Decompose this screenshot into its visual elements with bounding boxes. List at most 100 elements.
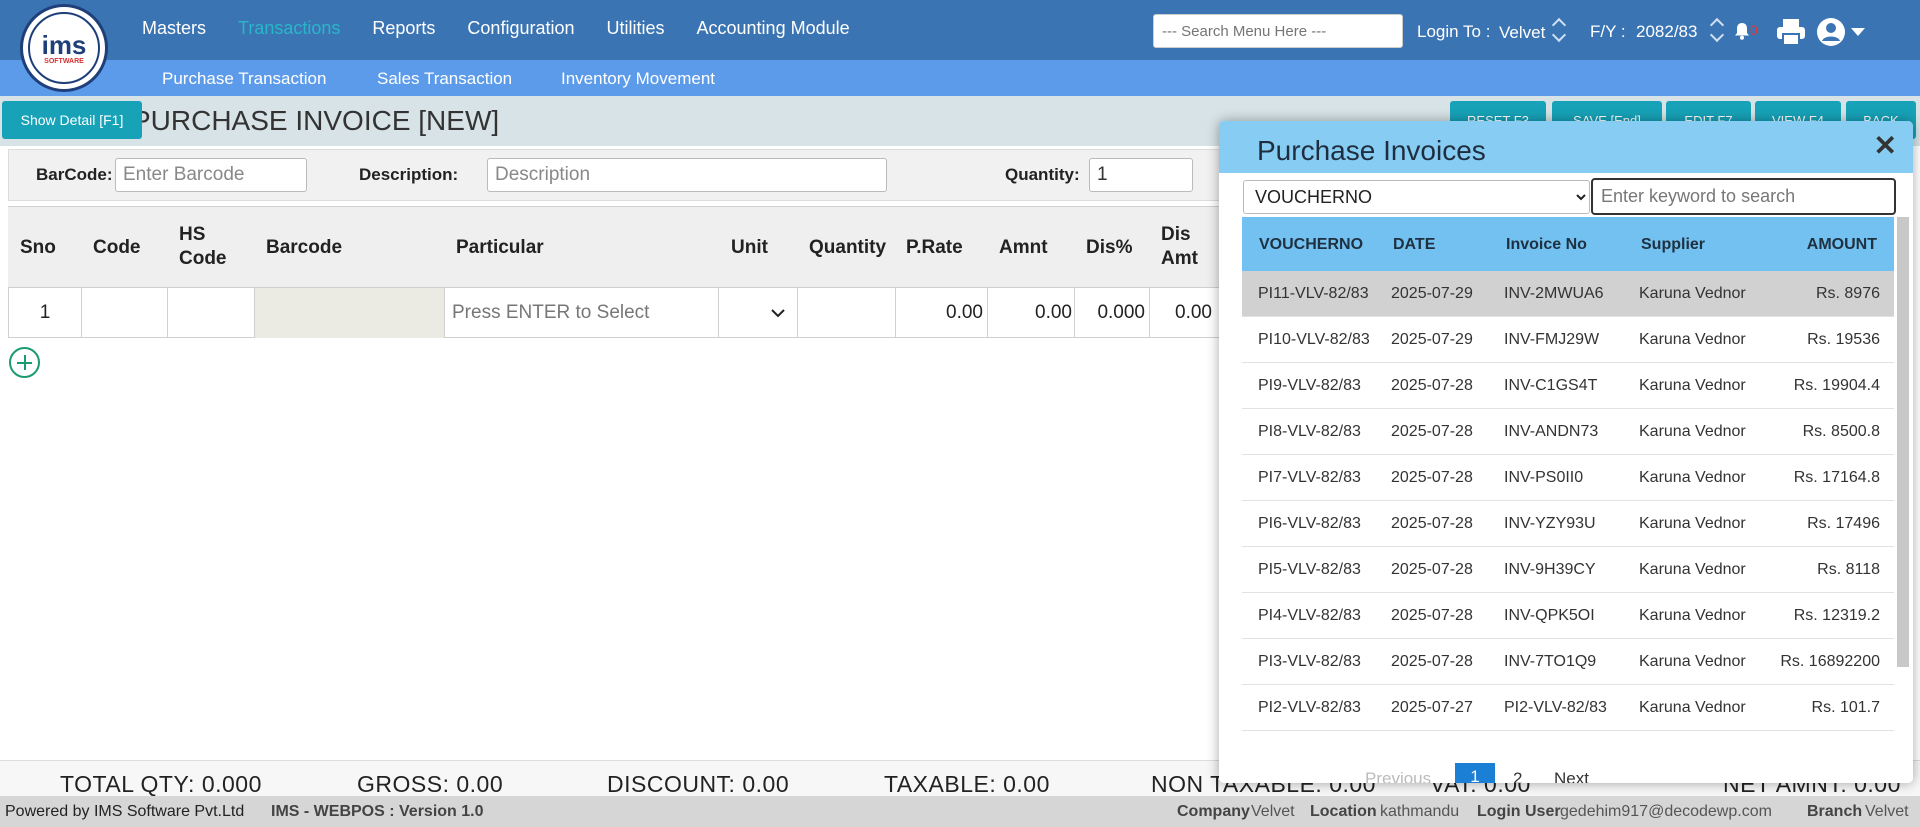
col-barcode: Barcode [266, 237, 343, 258]
pager-page-2[interactable]: 2 [1513, 769, 1522, 783]
cell-amount: Rs. 8976 [1815, 285, 1880, 302]
row-quantity-cell[interactable] [798, 288, 896, 338]
user-avatar-icon[interactable] [1816, 17, 1846, 47]
login-to-value[interactable]: Velvet [1499, 23, 1545, 43]
item-entry-row: BarCode: Description: Quantity: [8, 149, 1248, 201]
table-row[interactable]: PI11-VLV-82/83 2025-07-29 INV-2MWUA6 Karuna… [1242, 271, 1894, 317]
col-invoice-no[interactable]: Invoice No [1506, 236, 1587, 254]
cell-invoice: INV-9H39CY [1504, 561, 1596, 578]
table-row[interactable]: PI3-VLV-82/83 2025-07-28 INV-7TO1Q9 Karuna … [1242, 639, 1894, 685]
items-grid-header: Sno Code HS Code Barcode Particular Unit… [8, 206, 1248, 288]
unit-select[interactable] [719, 288, 798, 338]
login-stepper-icon[interactable] [1552, 16, 1566, 44]
nav-reports[interactable]: Reports [372, 18, 435, 39]
barcode-input[interactable] [115, 158, 307, 192]
menu-search-input[interactable] [1153, 14, 1403, 48]
row-prate[interactable]: 0.00 [896, 288, 988, 338]
modal-header: Purchase Invoices ✕ [1219, 121, 1913, 173]
table-row[interactable]: PI7-VLV-82/83 2025-07-28 INV-PS0II0 Karuna … [1242, 455, 1894, 501]
modal-scrollbar[interactable] [1897, 217, 1909, 667]
table-row[interactable]: PI4-VLV-82/83 2025-07-28 INV-QPK5OI Karuna … [1242, 593, 1894, 639]
table-row[interactable]: PI6-VLV-82/83 2025-07-28 INV-YZY93U Karuna … [1242, 501, 1894, 547]
cell-invoice: PI2-VLV-82/83 [1504, 699, 1607, 716]
col-date[interactable]: DATE [1393, 236, 1435, 254]
printer-icon[interactable] [1776, 18, 1806, 46]
cell-date: 2025-07-27 [1391, 699, 1473, 716]
table-row[interactable]: PI8-VLV-82/83 2025-07-28 INV-ANDN73 Karuna … [1242, 409, 1894, 455]
add-row-plus-icon[interactable] [9, 347, 40, 378]
modal-search-input[interactable] [1591, 178, 1896, 215]
user-menu-caret-icon[interactable] [1851, 28, 1865, 36]
nav-accounting-module[interactable]: Accounting Module [697, 18, 850, 39]
table-row[interactable]: PI9-VLV-82/83 2025-07-28 INV-C1GS4T Karuna … [1242, 363, 1894, 409]
fiscal-year-stepper-icon[interactable] [1710, 16, 1724, 44]
total-taxable: TAXABLE: 0.00 [884, 771, 1050, 796]
pager-previous[interactable]: Previous [1365, 769, 1431, 783]
footer-powered-by: Powered by IMS Software Pvt.Ltd [5, 803, 245, 820]
cell-supplier: Karuna Vednor [1639, 561, 1746, 578]
row-barcode-cell [255, 288, 445, 338]
pager-page-1[interactable]: 1 [1455, 763, 1495, 783]
bell-icon[interactable] [1734, 22, 1750, 40]
total-qty: TOTAL QTY: 0.000 [60, 771, 262, 796]
modal-title: Purchase Invoices [1257, 135, 1486, 166]
col-hs-code-1: HS [179, 224, 206, 245]
cell-voucher: PI11-VLV-82/83 [1258, 285, 1369, 302]
cell-date: 2025-07-28 [1391, 423, 1473, 440]
fiscal-year-label: F/Y : [1590, 22, 1626, 41]
col-prate: P.Rate [906, 237, 963, 258]
close-icon[interactable]: ✕ [1874, 129, 1897, 162]
logo-subtext: SOFTWARE [44, 57, 84, 65]
col-quantity: Quantity [809, 237, 887, 258]
ims-logo: ims SOFTWARE [20, 4, 108, 92]
subnav-purchase-transaction[interactable]: Purchase Transaction [162, 69, 326, 89]
row-dis-percent[interactable]: 0.000 [1075, 288, 1150, 338]
cell-amount: Rs. 19904.4 [1793, 377, 1880, 394]
cell-amount: Rs. 101.7 [1811, 699, 1880, 716]
table-row[interactable]: PI2-VLV-82/83 2025-07-27 PI2-VLV-82/83 Karu… [1242, 685, 1894, 731]
cell-date: 2025-07-28 [1391, 561, 1473, 578]
cell-voucher: PI7-VLV-82/83 [1258, 469, 1361, 486]
chevron-down-icon [771, 308, 785, 317]
nav-configuration[interactable]: Configuration [467, 18, 574, 39]
notification-count: 0 [1750, 22, 1758, 38]
nav-masters[interactable]: Masters [142, 18, 206, 39]
description-input[interactable] [487, 158, 887, 192]
show-detail-button[interactable]: Show Detail [F1] [2, 101, 142, 139]
cell-supplier: Karuna Vednor [1639, 469, 1746, 486]
cell-supplier: Karuna Vednor [1639, 331, 1746, 348]
row-particular-cell[interactable] [445, 288, 719, 338]
col-voucherno[interactable]: VOUCHERNO [1259, 236, 1363, 254]
row-hs-code-cell[interactable] [168, 288, 255, 338]
cell-supplier: Karuna Vednor [1639, 607, 1746, 624]
search-field-select[interactable]: VOUCHERNO [1243, 180, 1590, 214]
cell-date: 2025-07-29 [1391, 285, 1473, 302]
total-gross: GROSS: 0.00 [357, 771, 504, 796]
footer: Powered by IMS Software Pvt.Ltd IMS - WE… [0, 796, 1920, 827]
col-particular: Particular [456, 237, 544, 258]
fiscal-year-value[interactable]: 2082/83 [1636, 22, 1697, 42]
cell-voucher: PI9-VLV-82/83 [1258, 377, 1361, 394]
col-supplier[interactable]: Supplier [1641, 236, 1705, 254]
quantity-input[interactable] [1089, 158, 1193, 192]
cell-date: 2025-07-29 [1391, 331, 1473, 348]
col-amount[interactable]: AMOUNT [1807, 236, 1877, 254]
cell-supplier: Karuna Vednor [1639, 653, 1746, 670]
row-code-cell[interactable] [82, 288, 168, 338]
subnav-sales-transaction[interactable]: Sales Transaction [377, 69, 512, 89]
nav-transactions[interactable]: Transactions [238, 18, 340, 39]
footer-location-value: kathmandu [1380, 803, 1460, 820]
col-code: Code [93, 237, 141, 258]
barcode-label: BarCode: [36, 165, 113, 184]
cell-voucher: PI3-VLV-82/83 [1258, 653, 1361, 670]
cell-supplier: Karuna Vednor [1639, 423, 1746, 440]
subnav-inventory-movement[interactable]: Inventory Movement [561, 69, 715, 89]
particular-input[interactable] [445, 288, 718, 338]
cell-supplier: Karuna Vednor [1639, 699, 1746, 716]
pager-next[interactable]: Next [1554, 769, 1589, 783]
cell-invoice: INV-YZY93U [1504, 515, 1596, 532]
table-row[interactable]: PI10-VLV-82/83 2025-07-29 INV-FMJ29W Karuna… [1242, 317, 1894, 363]
nav-utilities[interactable]: Utilities [607, 18, 665, 39]
top-navbar: Masters Transactions Reports Configurati… [0, 0, 1920, 60]
table-row[interactable]: PI5-VLV-82/83 2025-07-28 INV-9H39CY Karuna … [1242, 547, 1894, 593]
